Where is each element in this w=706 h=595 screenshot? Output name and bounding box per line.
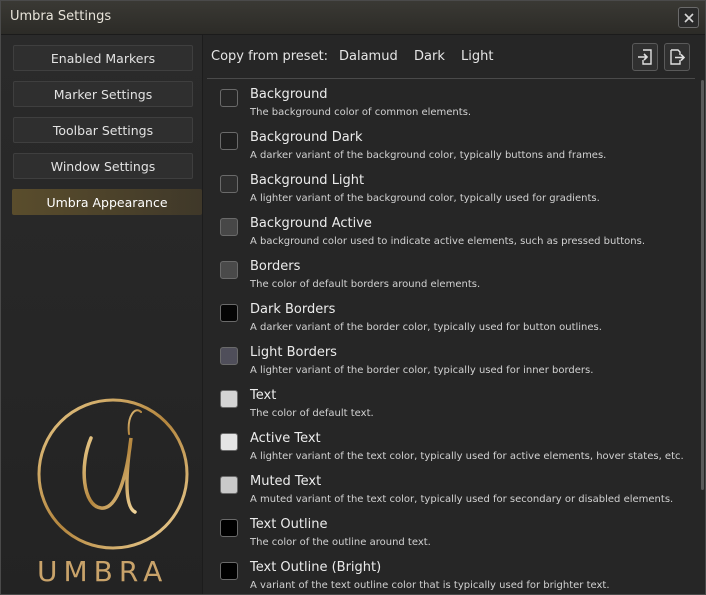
color-setting-description: The color of default borders around elem… — [250, 279, 481, 290]
import-button[interactable] — [632, 43, 658, 71]
close-icon — [683, 12, 694, 23]
appearance-panel: Copy from preset: Dalamud Dark Light Bac… — [203, 35, 705, 594]
color-setting-name: Text Outline — [250, 517, 328, 532]
color-setting-row: Text Outline The color of the outline aro… — [218, 517, 698, 560]
color-setting-name: Light Borders — [250, 345, 337, 360]
color-setting-row: Light Borders A lighter variant of the bo… — [218, 345, 698, 388]
color-setting-description: A lighter variant of the border color, t… — [250, 365, 594, 376]
color-setting-name: Dark Borders — [250, 302, 336, 317]
color-swatch[interactable] — [220, 304, 238, 322]
title-bar[interactable]: Umbra Settings — [1, 1, 705, 35]
color-setting-description: The background color of common elements. — [250, 107, 472, 118]
sidebar-item-label: Enabled Markers — [50, 50, 156, 66]
color-setting-name: Background Active — [250, 216, 372, 231]
color-setting-name: Background — [250, 87, 328, 102]
color-setting-description: A variant of the text outline color that… — [250, 580, 610, 591]
sidebar-item-label: Toolbar Settings — [52, 122, 154, 138]
preset-label: Copy from preset: — [211, 49, 329, 64]
settings-window: Umbra Settings Enabled Markers Marker Se… — [0, 0, 706, 595]
color-swatch[interactable] — [220, 175, 238, 193]
color-setting-description: The color of default text. — [250, 408, 374, 419]
color-swatch[interactable] — [220, 476, 238, 494]
color-setting-row: Active Text A lighter variant of the text… — [218, 431, 698, 474]
color-swatch[interactable] — [220, 347, 238, 365]
export-icon — [670, 49, 685, 65]
color-swatch[interactable] — [220, 89, 238, 107]
color-setting-description: A background color used to indicate acti… — [250, 236, 646, 247]
color-setting-description: A darker variant of the background color… — [250, 150, 607, 161]
sidebar: Enabled Markers Marker Settings Toolbar … — [1, 35, 203, 594]
umbra-logo-text: UMBRA — [37, 555, 169, 588]
sidebar-item-label: Marker Settings — [53, 86, 153, 102]
color-setting-name: Text Outline (Bright) — [250, 560, 382, 575]
color-setting-name: Text — [250, 388, 277, 403]
color-swatch[interactable] — [220, 261, 238, 279]
sidebar-item-window-settings[interactable]: Window Settings — [13, 153, 193, 179]
preset-dalamud-button[interactable]: Dalamud — [339, 49, 398, 64]
color-setting-description: A muted variant of the text color, typic… — [250, 494, 674, 505]
color-setting-name: Active Text — [250, 431, 321, 446]
color-setting-row: Background Dark A darker variant of the b… — [218, 130, 698, 173]
color-setting-description: The color of the outline around text. — [250, 537, 431, 548]
umbra-logo-icon — [37, 398, 189, 550]
divider — [207, 78, 695, 79]
color-swatch[interactable] — [220, 132, 238, 150]
color-setting-row: Background Light A lighter variant of the… — [218, 173, 698, 216]
export-button[interactable] — [664, 43, 690, 71]
color-setting-name: Borders — [250, 259, 301, 274]
color-setting-name: Muted Text — [250, 474, 322, 489]
color-setting-row: Text Outline (Bright) A variant of the te… — [218, 560, 698, 594]
color-swatch[interactable] — [220, 433, 238, 451]
sidebar-item-label: Umbra Appearance — [46, 194, 168, 210]
import-icon — [638, 49, 652, 65]
color-setting-row: Text The color of default text. — [218, 388, 698, 431]
color-setting-row: Muted Text A muted variant of the text co… — [218, 474, 698, 517]
color-swatch[interactable] — [220, 218, 238, 236]
color-setting-row: Background Active A background color used… — [218, 216, 698, 259]
sidebar-item-label: Window Settings — [50, 158, 156, 174]
color-swatch[interactable] — [220, 519, 238, 537]
color-setting-name: Background Light — [250, 173, 365, 188]
color-setting-description: A darker variant of the border color, ty… — [250, 322, 602, 333]
color-setting-row: Background The background color of common… — [218, 87, 698, 130]
sidebar-item-marker-settings[interactable]: Marker Settings — [13, 81, 193, 107]
color-setting-description: A lighter variant of the background colo… — [250, 193, 600, 204]
preset-dark-button[interactable]: Dark — [414, 49, 445, 64]
scrollbar[interactable] — [701, 80, 704, 490]
color-setting-row: Borders The color of default borders arou… — [218, 259, 698, 302]
color-swatch[interactable] — [220, 562, 238, 580]
sidebar-item-enabled-markers[interactable]: Enabled Markers — [13, 45, 193, 71]
window-title: Umbra Settings — [10, 9, 112, 24]
color-setting-description: A lighter variant of the text color, typ… — [250, 451, 684, 462]
preset-light-button[interactable]: Light — [461, 49, 493, 64]
sidebar-item-toolbar-settings[interactable]: Toolbar Settings — [13, 117, 193, 143]
sidebar-item-umbra-appearance[interactable]: Umbra Appearance — [12, 189, 202, 215]
color-setting-row: Dark Borders A darker variant of the bord… — [218, 302, 698, 345]
close-button[interactable] — [678, 7, 699, 28]
color-swatch[interactable] — [220, 390, 238, 408]
color-setting-name: Background Dark — [250, 130, 363, 145]
